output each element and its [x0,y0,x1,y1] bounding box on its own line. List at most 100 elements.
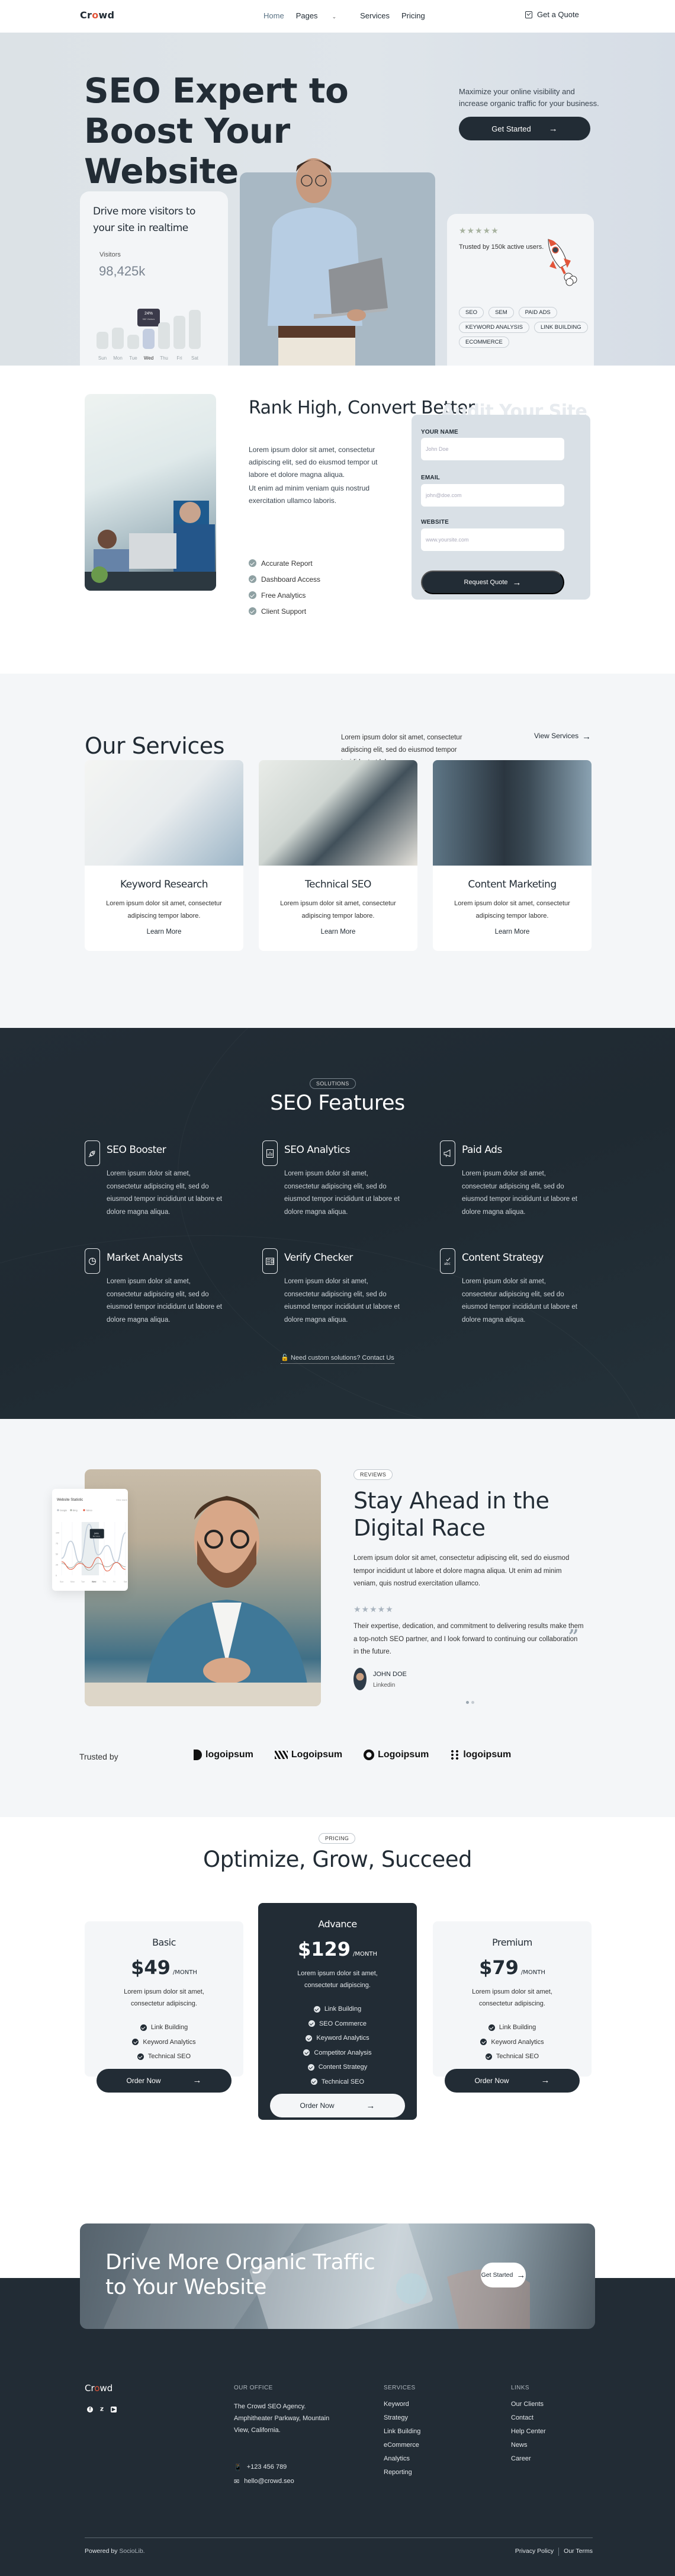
plan-feature: Technical SEO [85,2049,243,2064]
cta-banner: Drive More Organic Traffic to Your Websi… [80,2223,595,2329]
visitors-card: Drive more visitors to your site in real… [80,191,228,366]
hero-section: SEO Expert to Boost Your Website Maximiz… [0,33,675,366]
footer-link[interactable]: News [511,2442,546,2455]
tag[interactable]: SEM [488,307,514,318]
learn-more-link[interactable]: Learn More [433,928,592,935]
plan-features: Link Building Keyword Analytics Technica… [433,2020,592,2064]
nav-pricing[interactable]: Pricing [401,11,425,20]
checklist-item: Free Analytics [249,587,320,603]
plan-feature-label: Link Building [499,2024,536,2032]
check-circle-icon [308,2020,315,2027]
footer-service-link[interactable]: Analytics [384,2455,420,2469]
bar-label: Thu [160,355,168,361]
logo-mark-icon [274,1751,288,1759]
feature-text: Lorem ipsum dolor sit amet, consectetur … [284,1170,400,1216]
request-quote-label: Request Quote [464,579,508,586]
website-input[interactable] [421,528,564,551]
logo[interactable]: Crowd [80,9,114,21]
request-quote-button[interactable]: Request Quote → [421,571,564,594]
plan-description: Lorem ipsum dolor sit amet, consectetur … [472,1988,552,2007]
x-tick-label: Sat [124,1581,127,1583]
tag[interactable]: KEYWORD ANALYSIS [459,322,529,333]
powered-by-brand-link[interactable]: SocioLib. [119,2548,144,2555]
tag[interactable]: SEO [459,307,484,318]
footer-service-link[interactable]: Reporting [384,2469,420,2482]
name-input[interactable] [421,438,564,460]
footer-link[interactable]: Career [511,2455,546,2469]
reviewer-avatar [353,1668,367,1690]
review-stars: ★★★★★ [353,1604,394,1614]
email-input[interactable] [421,484,564,507]
carousel-dot[interactable] [471,1701,474,1704]
logo-mark-icon [364,1750,375,1760]
footer-service-link[interactable]: Strategy [384,2414,420,2428]
terms-link[interactable]: Our Terms [564,2548,593,2556]
arrow-right-icon: → [541,2075,550,2085]
footer-service-link[interactable]: Keyword [384,2401,420,2414]
order-now-button[interactable]: Order Now → [445,2068,580,2093]
arrow-right-icon: → [516,2270,526,2280]
tag[interactable]: ECOMMERCE [459,337,509,348]
footer-link[interactable]: Contact [511,2414,546,2428]
plan-feature-label: Competitor Analysis [314,2049,372,2056]
tag[interactable]: LINK BUILDING [533,322,588,333]
logo-text: Cr [85,2383,95,2394]
service-card-title: Technical SEO [305,879,371,890]
footer-service-link[interactable]: Link Building [384,2428,420,2442]
tag[interactable]: PAID ADS [518,307,557,318]
arrow-right-icon: → [366,2100,375,2111]
check-circle-icon [480,2039,487,2046]
email-row: ✉ hello@crowd.seo [234,2474,335,2488]
cta-title: Drive More Organic Traffic to Your Websi… [105,2250,375,2299]
nav-services[interactable]: Services [360,11,390,20]
logo-text-end: wd [99,2383,113,2394]
footer-service-link[interactable]: eCommerce [384,2442,420,2455]
check-circle-icon [249,607,256,615]
phone-icon: 📱 [234,2463,242,2471]
learn-more-link[interactable]: Learn More [85,928,243,935]
service-card-title: Keyword Research [120,879,208,890]
contact-us-link[interactable]: 🔓 Need custom solutions? Contact Us [281,1354,394,1364]
email-address[interactable]: hello@crowd.seo [244,2478,294,2485]
cta-get-started-button[interactable]: Get Started → [481,2263,526,2287]
checklist-label: Accurate Report [261,559,313,568]
pricing-card-basic: Basic $49/MONTH Lorem ipsum dolor sit am… [85,1921,243,2093]
check-circle-icon [249,575,256,583]
order-now-button[interactable]: Order Now → [270,2094,405,2117]
check-circle-icon [137,2053,144,2060]
privacy-policy-link[interactable]: Privacy Policy [515,2548,554,2556]
nav-home[interactable]: Home [263,11,284,20]
reviewer-name: JOHN DOE [373,1671,407,1678]
reviews-section: Website Statistic View more Google Bing Yaho… [0,1419,675,1817]
contact-us-label: Need custom solutions? Contact Us [290,1354,394,1364]
legal-separator [558,2548,560,2556]
service-card: Content Marketing Lorem ipsum dolor sit … [433,760,592,951]
youtube-icon[interactable]: ▶ [111,2407,117,2412]
plan-period: /MONTH [520,1969,545,1976]
footer-divider [85,2537,593,2538]
y-tick-label: 50 [56,1553,58,1556]
carousel-dot-active[interactable] [466,1701,469,1704]
view-services-link[interactable]: View Services → [534,732,591,742]
reviews-text: Lorem ipsum dolor sit amet, consectetur … [353,1555,570,1587]
plan-name: Premium [492,1937,532,1948]
footer-link[interactable]: Our Clients [511,2401,546,2414]
get-quote-link[interactable]: Get a Quote [525,10,579,19]
facebook-icon[interactable]: f [87,2407,93,2412]
plan-feature: Technical SEO [433,2049,592,2064]
get-started-button[interactable]: Get Started → [459,117,590,140]
nav-pages[interactable]: Pages ⌄ [296,11,348,20]
phone-number[interactable]: +123 456 789 [247,2463,287,2471]
check-circle-icon [310,2078,317,2085]
footer-logo[interactable]: Crowd [85,2383,112,2394]
reviews-pill: REVIEWS [353,1469,393,1480]
bar-wed [143,329,155,349]
footer-link[interactable]: Help Center [511,2428,546,2442]
twitter-icon[interactable]: 𝕫 [99,2407,105,2412]
chart-title: Website Statistic [57,1498,83,1502]
reviews-title: Stay Ahead in the Digital Race [353,1488,549,1541]
visitors-label: Visitors [99,251,121,258]
order-now-button[interactable]: Order Now → [97,2068,232,2093]
learn-more-link[interactable]: Learn More [259,928,417,935]
custom-solutions-row: 🔓 Need custom solutions? Contact Us [0,1354,675,1364]
